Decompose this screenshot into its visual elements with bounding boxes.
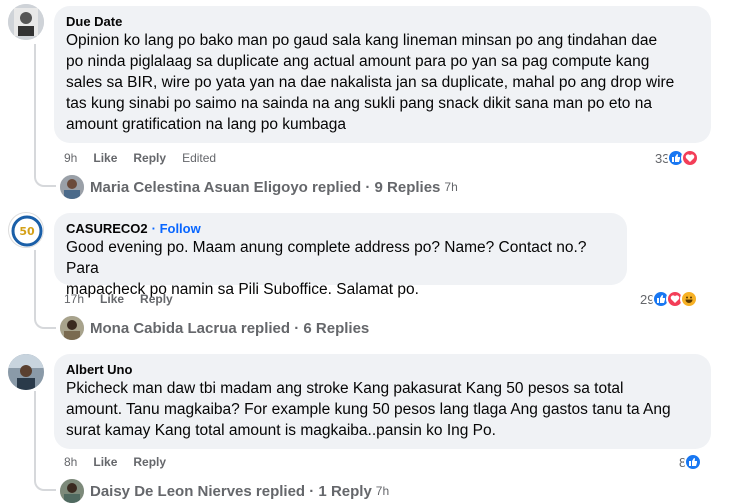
comment-actions: 17h Like Reply: [64, 291, 173, 307]
thread-line: [34, 44, 36, 166]
edited-label: Edited: [182, 151, 217, 165]
like-button[interactable]: Like: [100, 292, 124, 306]
reply-avatar: [60, 175, 84, 199]
view-replies-link[interactable]: Daisy De Leon Nierves replied · 1 Reply …: [34, 478, 389, 503]
comment-timestamp[interactable]: 8h: [64, 455, 77, 469]
replier-name: Maria Celestina Asuan Eligoyo: [90, 178, 308, 196]
replies-count: replied · 9 Replies: [307, 178, 441, 196]
reaction-summary[interactable]: 8: [679, 453, 703, 471]
comment-actions: 9h Like Reply Edited: [64, 150, 216, 166]
reply-timestamp: 7h: [375, 484, 390, 498]
comment-author[interactable]: CASURECO2 · Follow: [66, 221, 615, 237]
reply-avatar: [60, 479, 84, 503]
reply-button[interactable]: Reply: [133, 151, 166, 165]
comment-bubble: Albert Uno Pkicheck man daw tbi madam an…: [54, 354, 711, 449]
comment-timestamp[interactable]: 17h: [64, 292, 84, 306]
reply-button[interactable]: Reply: [133, 455, 166, 469]
heart-icon: [681, 149, 700, 167]
replies-count: replied · 6 Replies: [236, 319, 370, 337]
avatar[interactable]: [8, 354, 44, 390]
replies-count: replied · 1 Reply: [251, 482, 372, 500]
svg-text:50: 50: [19, 225, 35, 238]
thread-line: [34, 391, 36, 471]
comment-bubble: Due Date Opinion ko lang po bako man po …: [54, 6, 711, 143]
thread-line: [34, 250, 36, 308]
view-replies-link[interactable]: Mona Cabida Lacrua replied · 6 Replies: [34, 315, 369, 341]
avatar[interactable]: 50: [8, 212, 44, 248]
comment-bubble: CASURECO2 · Follow Good evening po. Maam …: [54, 213, 627, 298]
haha-icon: [680, 290, 699, 308]
reply-button[interactable]: Reply: [140, 292, 173, 306]
follow-button[interactable]: · Follow: [152, 221, 201, 237]
comment-text: Pkicheck man daw tbi madam ang stroke Ka…: [66, 380, 671, 439]
reaction-summary[interactable]: 33: [655, 149, 700, 167]
comment-author[interactable]: Albert Uno: [66, 362, 699, 378]
reply-avatar: [60, 316, 84, 340]
comment-author[interactable]: Due Date: [66, 14, 699, 30]
reply-timestamp: 7h: [444, 180, 458, 194]
like-button[interactable]: Like: [93, 455, 117, 469]
avatar[interactable]: [8, 4, 44, 40]
replier-name: Mona Cabida Lacrua: [90, 319, 237, 337]
like-icon: [684, 453, 703, 471]
comment-timestamp[interactable]: 9h: [64, 151, 77, 165]
comment-text: Opinion ko lang po bako man po gaud sala…: [66, 32, 675, 133]
comment-actions: 8h Like Reply: [64, 454, 166, 470]
like-button[interactable]: Like: [93, 151, 117, 165]
reaction-summary[interactable]: 29: [640, 290, 699, 308]
view-replies-link[interactable]: Maria Celestina Asuan Eligoyo replied · …: [34, 174, 458, 200]
replier-name: Daisy De Leon Nierves: [90, 482, 252, 500]
